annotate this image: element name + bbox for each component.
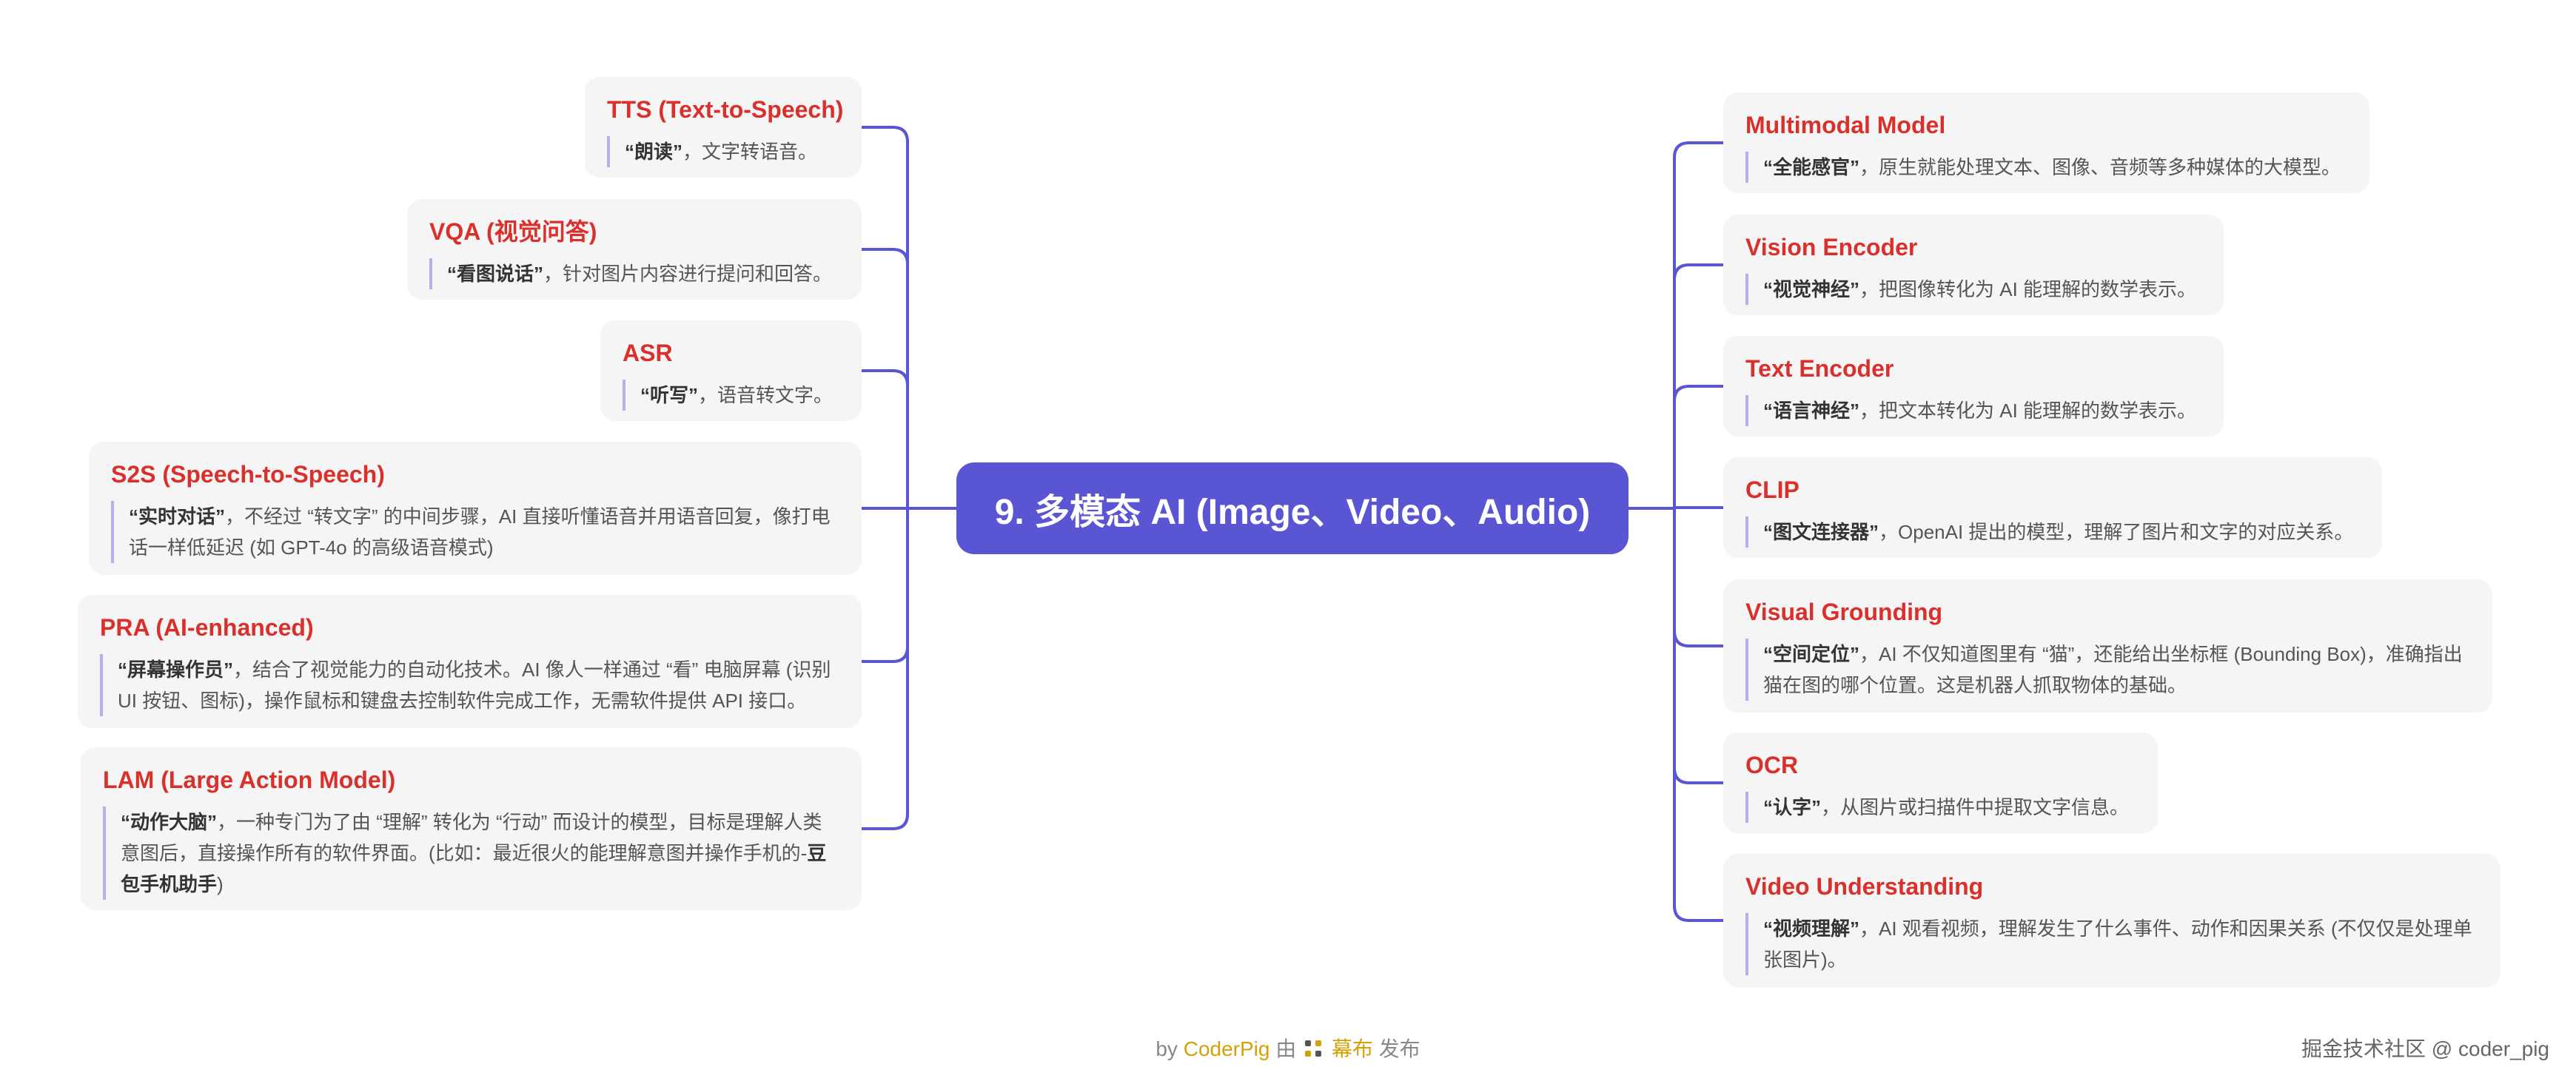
node-vqa[interactable]: VQA (视觉问答) “看图说话”，针对图片内容进行提问和回答。 <box>407 199 862 300</box>
node-title: Multimodal Model <box>1745 112 1946 138</box>
connector-left-2 <box>862 369 909 508</box>
node-description: “实时对话”，不经过 “转文字” 的中间步骤，AI 直接听懂语音并用语音回复，像… <box>111 501 839 563</box>
desc-keyword: 豆包手机助手 <box>121 842 827 895</box>
node-title: LAM (Large Action Model) <box>103 767 396 793</box>
node-title: PRA (AI-enhanced) <box>100 614 314 641</box>
footer-credit: by CoderPig 由 幕布 发布 <box>0 1033 2576 1063</box>
node-title: Video Understanding <box>1745 873 1984 900</box>
node-description: “动作大脑”，一种专门为了由 “理解” 转化为 “行动” 而设计的模型，目标是理… <box>103 807 839 900</box>
node-title: OCR <box>1745 752 1799 778</box>
node-description: “听写”，语音转文字。 <box>623 380 839 411</box>
node-visual-grounding[interactable]: Visual Grounding “空间定位”，AI 不仅知道图里有 “猫”，还… <box>1723 579 2492 713</box>
connector-right-0 <box>1673 141 1723 508</box>
central-topic-title: 9. 多模态 AI (Image、Video、Audio) <box>994 493 1591 532</box>
node-lam[interactable]: LAM (Large Action Model) “动作大脑”，一种专门为了由 … <box>81 747 862 910</box>
desc-keyword: “视频理解” <box>1763 918 1860 940</box>
desc-keyword: “看图说话” <box>447 263 544 285</box>
desc-keyword: “认字” <box>1763 796 1822 818</box>
footer-author-link[interactable]: CoderPig <box>1184 1037 1270 1060</box>
desc-keyword: “图文连接器” <box>1763 521 1879 543</box>
node-title: Text Encoder <box>1745 355 1894 382</box>
node-tts[interactable]: TTS (Text-to-Speech) “朗读”，文字转语音。 <box>585 77 862 178</box>
node-title: S2S (Speech-to-Speech) <box>111 461 385 488</box>
node-description: “朗读”，文字转语音。 <box>607 136 839 167</box>
node-title: TTS (Text-to-Speech) <box>607 96 844 123</box>
connector-right-4 <box>1673 508 1723 647</box>
connector-right-6 <box>1673 508 1723 922</box>
node-video-understanding[interactable]: Video Understanding “视频理解”，AI 观看视频，理解发生了… <box>1723 854 2500 987</box>
node-description: “视觉神经”，把图像转化为 AI 能理解的数学表示。 <box>1745 274 2201 305</box>
desc-keyword: “空间定位” <box>1763 643 1860 665</box>
desc-keyword: “听写” <box>640 384 699 406</box>
footer-mid: 由 <box>1275 1037 1297 1060</box>
node-clip[interactable]: CLIP “图文连接器”，OpenAI 提出的模型，理解了图片和文字的对应关系。 <box>1723 457 2382 558</box>
connector-left-1 <box>862 248 909 508</box>
desc-keyword: “全能感官” <box>1763 156 1860 178</box>
node-multimodal-model[interactable]: Multimodal Model “全能感官”，原生就能处理文本、图像、音频等多… <box>1723 92 2369 193</box>
node-vision-encoder[interactable]: Vision Encoder “视觉神经”，把图像转化为 AI 能理解的数学表示… <box>1723 215 2224 315</box>
mubu-logo-icon <box>1305 1040 1323 1058</box>
connector-left-4 <box>862 508 909 663</box>
desc-keyword: “朗读” <box>625 141 683 163</box>
node-description: “空间定位”，AI 不仅知道图里有 “猫”，还能给出坐标框 (Bounding … <box>1745 639 2470 701</box>
watermark: 掘金技术社区 @ coder_pig <box>2301 1037 2549 1060</box>
desc-keyword: “实时对话” <box>129 505 226 528</box>
desc-keyword: “屏幕操作员” <box>118 659 234 681</box>
node-asr[interactable]: ASR “听写”，语音转文字。 <box>600 320 862 421</box>
desc-keyword: “语言神经” <box>1763 400 1860 422</box>
node-description: “全能感官”，原生就能处理文本、图像、音频等多种媒体的大模型。 <box>1745 152 2347 183</box>
desc-keyword: “动作大脑” <box>121 811 218 833</box>
node-text-encoder[interactable]: Text Encoder “语言神经”，把文本转化为 AI 能理解的数学表示。 <box>1723 336 2224 437</box>
footer-by: by <box>1155 1037 1178 1060</box>
footer-brand-link[interactable]: 幕布 <box>1332 1037 1373 1060</box>
node-description: “语言神经”，把文本转化为 AI 能理解的数学表示。 <box>1745 395 2201 426</box>
node-title: CLIP <box>1745 477 1799 503</box>
node-title: ASR <box>623 340 673 366</box>
node-s2s[interactable]: S2S (Speech-to-Speech) “实时对话”，不经过 “转文字” … <box>89 442 862 575</box>
node-description: “视频理解”，AI 观看视频，理解发生了什么事件、动作和因果关系 (不仅仅是处理… <box>1745 913 2478 975</box>
node-ocr[interactable]: OCR “认字”，从图片或扫描件中提取文字信息。 <box>1723 733 2158 833</box>
node-description: “屏幕操作员”，结合了视觉能力的自动化技术。AI 像人一样通过 “看” 电脑屏幕… <box>100 654 839 716</box>
node-title: Vision Encoder <box>1745 234 1918 260</box>
node-description: “看图说话”，针对图片内容进行提问和回答。 <box>429 258 839 289</box>
node-description: “认字”，从图片或扫描件中提取文字信息。 <box>1745 792 2136 823</box>
node-description: “图文连接器”，OpenAI 提出的模型，理解了图片和文字的对应关系。 <box>1745 516 2360 548</box>
desc-keyword: “视觉神经” <box>1763 278 1860 300</box>
node-title: VQA (视觉问答) <box>429 218 597 245</box>
node-pra[interactable]: PRA (AI-enhanced) “屏幕操作员”，结合了视觉能力的自动化技术。… <box>78 595 862 728</box>
footer-tail: 发布 <box>1378 1037 1421 1060</box>
connector-left-5 <box>862 508 909 830</box>
connector-right-2 <box>1673 385 1723 508</box>
connector-left-0 <box>862 126 909 508</box>
central-topic[interactable]: 9. 多模态 AI (Image、Video、Audio) <box>956 462 1629 554</box>
node-title: Visual Grounding <box>1745 599 1943 625</box>
